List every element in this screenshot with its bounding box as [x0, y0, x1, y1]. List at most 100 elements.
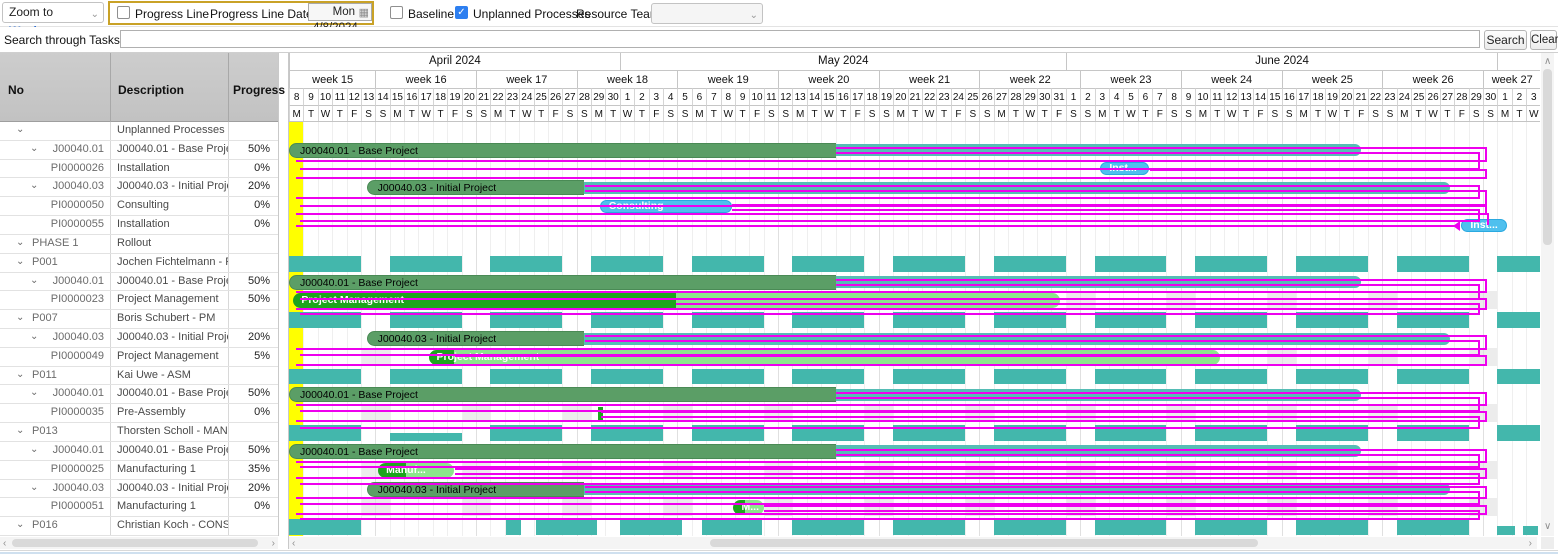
table-row[interactable]: PI0000050 Consulting 0%: [0, 197, 278, 217]
table-row[interactable]: PI0000026 Installation 0%: [0, 159, 278, 179]
task-bar-remaining[interactable]: [835, 276, 1361, 289]
scroll-down-icon[interactable]: ∨: [1544, 522, 1551, 532]
progress-line-checkbox[interactable]: [117, 6, 130, 19]
task-bar-remaining[interactable]: [835, 388, 1361, 401]
day-gridline: [346, 122, 348, 536]
table-header: No Description Progress: [0, 53, 285, 122]
day-number-cell: 16: [404, 88, 419, 105]
table-row[interactable]: ⌄P001Jochen Fichtelmann - PM: [0, 253, 278, 273]
baseline-label: Baseline: [408, 7, 455, 21]
table-row[interactable]: ⌄ P016 Christian Koch - CONSL: [0, 517, 278, 536]
week-header-cell[interactable]: week 15: [289, 70, 376, 88]
day-letter-cell: M: [1094, 105, 1109, 122]
week-header-cell[interactable]: week 20: [778, 70, 879, 88]
column-header-no[interactable]: No: [8, 83, 24, 97]
search-input[interactable]: [120, 30, 1480, 48]
unplanned-processes-checkbox[interactable]: [455, 6, 468, 19]
cell-no: J00040.01: [52, 274, 104, 287]
table-row[interactable]: ⌄ P007 Boris Schubert - PM: [0, 310, 278, 329]
scrollbar-thumb[interactable]: [710, 539, 1258, 547]
cell-progress: [228, 253, 278, 272]
day-number-cell: 6: [691, 88, 707, 105]
day-number-cell: 10: [317, 88, 333, 105]
scroll-right-icon[interactable]: ›: [272, 539, 275, 549]
capacity-block: [993, 255, 1066, 272]
task-bar-remaining[interactable]: [454, 349, 1220, 365]
task-bar-progress[interactable]: J00040.01 - Base Project: [289, 142, 836, 158]
scrollbar-thumb[interactable]: [1543, 69, 1552, 245]
day-letter-cell: T: [1439, 105, 1455, 122]
week-header-cell[interactable]: week 23: [1080, 70, 1181, 88]
scrollbar-thumb[interactable]: [12, 539, 258, 547]
zoom-combo[interactable]: Zoom to Week ⌄: [2, 2, 104, 38]
table-row[interactable]: ⌄J00040.01J00040.01 - Base Project50%: [0, 140, 278, 160]
cell-no: J00040.01: [52, 142, 104, 155]
day-number-cell: 11: [763, 88, 779, 105]
search-button[interactable]: Search: [1484, 30, 1527, 50]
scroll-right-icon[interactable]: ›: [1529, 539, 1532, 549]
relation-line: [296, 420, 1487, 422]
day-number-cell: 1: [1065, 88, 1081, 105]
day-gridline: [1497, 122, 1499, 536]
week-header-cell[interactable]: week 27: [1482, 70, 1540, 88]
table-horizontal-scrollbar[interactable]: ‹ ›: [0, 537, 278, 549]
week-header-cell[interactable]: week 16: [375, 70, 476, 88]
column-header-description[interactable]: Description: [118, 83, 184, 97]
table-row[interactable]: ⌄ Unplanned Processes: [0, 122, 278, 141]
table-row[interactable]: ⌄J00040.01J00040.01 - Base Project50%: [0, 441, 278, 461]
week-header-cell[interactable]: week 26: [1382, 70, 1483, 88]
cell-progress: 20%: [228, 329, 278, 347]
table-row[interactable]: PI0000023 Project Management 50%: [0, 291, 278, 311]
week-header-cell[interactable]: week 24: [1180, 70, 1282, 88]
calendar-icon[interactable]: ▦: [359, 5, 369, 21]
week-header-cell[interactable]: week 22: [979, 70, 1081, 88]
day-letter-cell: S: [1180, 105, 1196, 122]
table-row[interactable]: ⌄ P011 Kai Uwe - ASM: [0, 366, 278, 386]
relation-line: [585, 190, 1485, 192]
day-number-cell: 15: [389, 88, 405, 105]
scroll-up-icon[interactable]: ∧: [1544, 57, 1551, 67]
task-bar-remaining[interactable]: [583, 181, 1450, 194]
table-row[interactable]: ⌄J00040.01J00040.01 - Base Project50%: [0, 385, 278, 405]
day-letter-cell: F: [648, 105, 663, 122]
table-row[interactable]: PI0000035 Pre-Assembly 0%: [0, 404, 278, 424]
progress-line-date-field[interactable]: Mon 4/8/2024 ▦: [308, 3, 372, 34]
gantt-horizontal-scrollbar[interactable]: ‹ ›: [289, 537, 1537, 549]
baseline-checkbox[interactable]: [390, 6, 403, 19]
day-letter-cell: S: [1065, 105, 1081, 122]
cell-description: Manufacturing 1: [110, 498, 228, 517]
task-bar-progress[interactable]: J00040.01 - Base Project: [289, 274, 836, 290]
progress-line-date-label: Progress Line Date: [210, 7, 313, 21]
clear-button[interactable]: Clear: [1530, 30, 1558, 50]
week-header-cell[interactable]: week 21: [878, 70, 980, 88]
week-header-cell[interactable]: week 19: [677, 70, 779, 88]
table-row[interactable]: ⌄J00040.03J00040.03 - Initial Project20%: [0, 329, 278, 348]
task-bar-progress[interactable]: J00040.01 - Base Project: [289, 387, 836, 403]
gantt-vertical-scrollbar[interactable]: ∧ ∨: [1541, 53, 1554, 536]
task-bar-progress[interactable]: J00040.03 - Initial Project: [366, 331, 584, 347]
day-letter-cell: F: [1252, 105, 1268, 122]
table-row[interactable]: PI0000051 Manufacturing 1 0%: [0, 498, 278, 518]
table-row[interactable]: PI0000049 Project Management 5%: [0, 347, 278, 367]
scroll-left-icon[interactable]: ‹: [292, 539, 295, 549]
cell-progress: [228, 517, 278, 536]
resource-team-combo[interactable]: ⌄: [651, 3, 763, 24]
task-bar-progress[interactable]: J00040.03 - Initial Project: [366, 180, 584, 196]
capacity-block: [993, 368, 1066, 385]
table-row[interactable]: ⌄J00040.01J00040.01 - Base Project50%: [0, 272, 278, 292]
table-row[interactable]: ⌄J00040.03J00040.03 - Initial Project20%: [0, 479, 278, 499]
week-header-cell[interactable]: week 25: [1281, 70, 1383, 88]
table-row[interactable]: ⌄J00040.03J00040.03 - Initial Project20%: [0, 178, 278, 198]
table-row[interactable]: ⌄ P013 Thorsten Scholl - MAN: [0, 423, 278, 442]
week-header-cell[interactable]: week 17: [476, 70, 577, 88]
relation-line: [601, 416, 1478, 418]
task-bar-progress[interactable]: J00040.01 - Base Project: [289, 443, 836, 459]
table-row[interactable]: PI0000055 Installation 0%: [0, 216, 278, 235]
capacity-block: [536, 519, 597, 536]
week-header-cell[interactable]: week 18: [576, 70, 678, 88]
scroll-left-icon[interactable]: ‹: [3, 539, 6, 549]
task-bar-remaining[interactable]: [675, 293, 1061, 309]
table-row[interactable]: ⌄ PHASE 1 Rollout: [0, 234, 278, 254]
cell-description: Installation: [110, 159, 228, 178]
table-row[interactable]: PI0000025 Manufacturing 1 35%: [0, 460, 278, 480]
